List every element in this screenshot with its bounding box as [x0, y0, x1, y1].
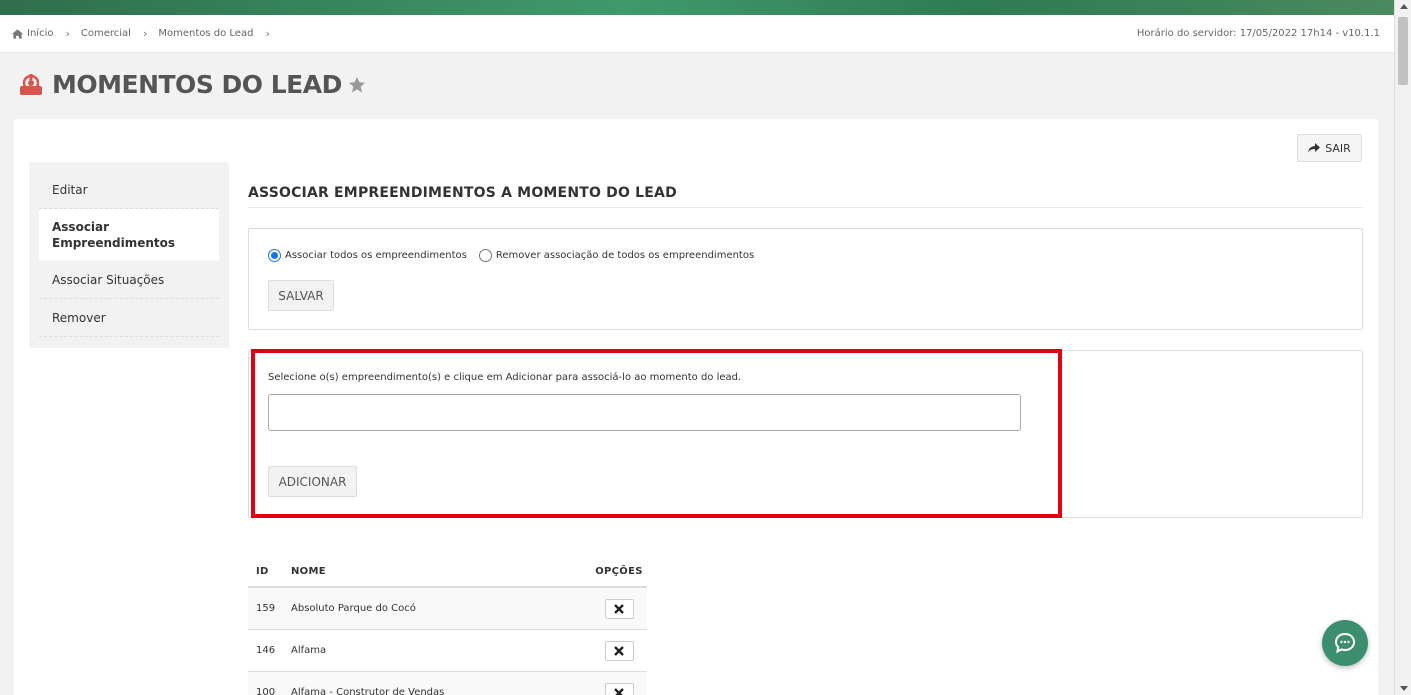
page-title: MOMENTOS DO LEAD: [52, 70, 342, 99]
highlight-annotation: [251, 349, 1062, 518]
cell-id: 146: [256, 645, 276, 656]
cell-options: [591, 598, 647, 619]
breadcrumb-item-comercial[interactable]: Comercial ›: [81, 27, 158, 40]
close-icon: [614, 645, 624, 656]
table-row: 159 Absoluto Parque do Cocó: [248, 588, 647, 630]
page-icon: [20, 73, 42, 95]
cell-options: [591, 640, 647, 661]
side-item-associar-situacoes[interactable]: Associar Situações: [39, 261, 219, 299]
cell-id: 159: [256, 603, 276, 614]
side-item-remover[interactable]: Remover: [39, 299, 219, 337]
sair-label: SAIR: [1325, 141, 1351, 155]
share-arrow-icon: [1308, 143, 1321, 153]
breadcrumb-item-inicio[interactable]: Início ›: [12, 27, 81, 40]
chevron-right-icon: ›: [142, 27, 148, 40]
radio-remove-all-label[interactable]: Remover associação de todos os empreendi…: [496, 250, 754, 261]
divider: [248, 207, 1363, 208]
scroll-thumb[interactable]: [1398, 17, 1408, 85]
radio-group: Associar todos os empreendimentos Remove…: [268, 249, 766, 262]
table-row: 146 Alfama: [248, 630, 647, 672]
breadcrumb: Início › Comercial › Momentos do Lead ›: [0, 27, 281, 40]
chevron-right-icon: ›: [265, 27, 270, 40]
page-scrollbar[interactable]: [1394, 0, 1411, 695]
associate-all-panel: Associar todos os empreendimentos Remove…: [248, 228, 1363, 330]
column-header-nome[interactable]: NOME: [291, 566, 591, 577]
content-card: SAIR Editar Associar Empreendimentos Ass…: [14, 119, 1378, 695]
cell-id: 100: [256, 687, 276, 695]
column-header-id[interactable]: ID: [248, 566, 291, 577]
page-header: MOMENTOS DO LEAD: [18, 70, 366, 99]
breadcrumb-label: Momentos do Lead: [158, 28, 254, 39]
scroll-down-arrow-icon[interactable]: [1400, 686, 1408, 691]
breadcrumb-label: Início: [27, 28, 54, 39]
breadcrumb-bar: Início › Comercial › Momentos do Lead › …: [0, 15, 1394, 53]
remove-row-button[interactable]: [604, 640, 634, 661]
cell-nome: Alfama - Construtor de Vendas: [291, 687, 445, 695]
side-item-editar[interactable]: Editar: [39, 162, 219, 209]
remove-row-button[interactable]: [604, 682, 634, 695]
radio-remove-all[interactable]: [478, 249, 492, 262]
close-icon: [614, 603, 624, 614]
salvar-button[interactable]: SALVAR: [268, 280, 334, 311]
chevron-right-icon: ›: [65, 27, 70, 40]
top-accent-bar: [0, 0, 1394, 15]
side-item-associar-empreendimentos[interactable]: Associar Empreendimentos: [39, 209, 219, 261]
cell-nome: Alfama: [291, 645, 327, 656]
column-header-opcoes: OPÇÕES: [595, 566, 643, 577]
scroll-up-arrow-icon[interactable]: [1400, 4, 1408, 9]
chat-button[interactable]: [1322, 620, 1368, 666]
close-icon: [614, 687, 624, 695]
table-row: 100 Alfama - Construtor de Vendas: [248, 672, 647, 695]
home-icon: [12, 28, 23, 39]
breadcrumb-label: Comercial: [80, 28, 131, 39]
radio-associate-all[interactable]: [268, 249, 281, 262]
section-title: ASSOCIAR EMPREENDIMENTOS A MOMENTO DO LE…: [248, 185, 677, 201]
server-time: Horário do servidor: 17/05/2022 17h14 - …: [1136, 28, 1380, 39]
cell-options: [591, 682, 647, 695]
cell-nome: Absoluto Parque do Cocó: [291, 603, 416, 614]
breadcrumb-item-momentos-do-lead[interactable]: Momentos do Lead ›: [158, 27, 280, 40]
empreendimentos-table: ID NOME OPÇÕES 159 Absoluto Parque do Co…: [248, 557, 647, 695]
side-menu: Editar Associar Empreendimentos Associar…: [29, 162, 229, 348]
star-icon[interactable]: [348, 76, 366, 94]
sair-button[interactable]: SAIR: [1297, 134, 1362, 162]
remove-row-button[interactable]: [604, 598, 634, 619]
table-header: ID NOME OPÇÕES: [248, 557, 647, 588]
radio-associate-all-label[interactable]: Associar todos os empreendimentos: [285, 250, 467, 261]
chat-icon: [1334, 632, 1356, 654]
